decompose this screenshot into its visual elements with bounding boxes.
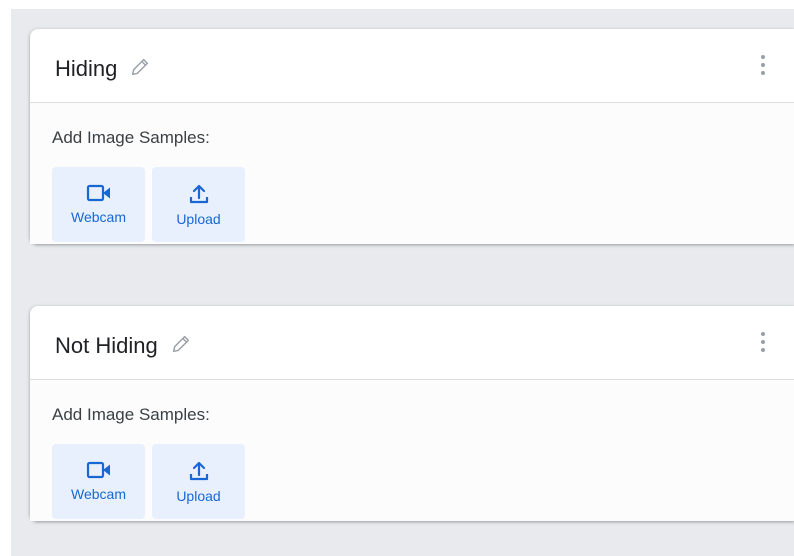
class-card-body: Add Image Samples: Webcam Upload — [30, 103, 794, 244]
upload-icon — [189, 461, 208, 481]
add-samples-label: Add Image Samples: — [52, 128, 210, 147]
class-name-text[interactable]: Not Hiding — [55, 333, 158, 358]
videocam-icon — [86, 184, 110, 202]
upload-button[interactable]: Upload — [152, 444, 245, 519]
webcam-button[interactable]: Webcam — [52, 167, 145, 242]
upload-label: Upload — [176, 488, 221, 504]
class-name-title[interactable]: Hiding — [55, 56, 151, 82]
class-card-header: Not Hiding — [30, 306, 794, 380]
class-name-title[interactable]: Not Hiding — [55, 333, 192, 359]
upload-icon — [189, 184, 208, 204]
more-vert-icon[interactable] — [758, 55, 768, 79]
workspace-canvas: Hiding Add Image Samples: Webcam Upload … — [11, 9, 794, 556]
more-vert-icon[interactable] — [758, 332, 768, 356]
pencil-icon[interactable] — [129, 56, 151, 78]
upload-button[interactable]: Upload — [152, 167, 245, 242]
sample-buttons: Webcam Upload — [52, 167, 794, 242]
class-card-header: Hiding — [30, 29, 794, 103]
class-card-not-hiding: Not Hiding Add Image Samples: Webcam Upl… — [30, 306, 794, 521]
class-name-text[interactable]: Hiding — [55, 56, 117, 81]
class-card-hiding: Hiding Add Image Samples: Webcam Upload — [30, 29, 794, 244]
sample-buttons: Webcam Upload — [52, 444, 794, 519]
class-card-body: Add Image Samples: Webcam Upload — [30, 380, 794, 521]
pencil-icon[interactable] — [170, 333, 192, 355]
webcam-label: Webcam — [71, 209, 126, 225]
videocam-icon — [86, 461, 110, 479]
webcam-label: Webcam — [71, 486, 126, 502]
webcam-button[interactable]: Webcam — [52, 444, 145, 519]
add-samples-label: Add Image Samples: — [52, 405, 210, 424]
upload-label: Upload — [176, 211, 221, 227]
